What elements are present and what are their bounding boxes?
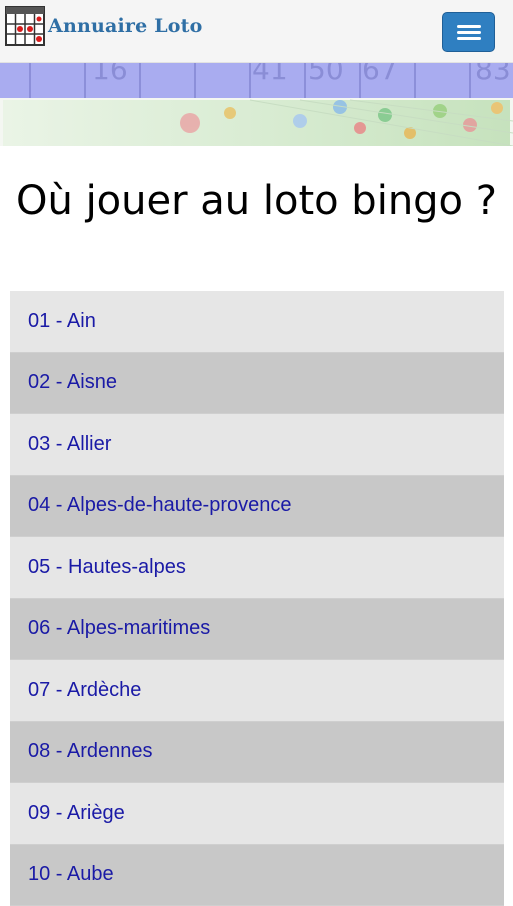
list-item[interactable]: 02 - Aisne: [10, 353, 504, 415]
loto-grid-icon: [5, 6, 45, 46]
list-item[interactable]: 04 - Alpes-de-haute-provence: [10, 476, 504, 538]
department-link[interactable]: 04 - Alpes-de-haute-provence: [28, 494, 292, 517]
list-item[interactable]: 07 - Ardèche: [10, 660, 504, 722]
department-list: 01 - Ain 02 - Aisne 03 - Allier 04 - Alp…: [10, 291, 504, 906]
logo[interactable]: Annuaire Loto: [5, 6, 203, 46]
list-item[interactable]: 08 - Ardennes: [10, 722, 504, 784]
banner-number: 67: [362, 63, 398, 86]
app-title: Annuaire Loto: [48, 15, 203, 37]
list-item[interactable]: 06 - Alpes-maritimes: [10, 599, 504, 661]
app-header: Annuaire Loto: [0, 0, 513, 63]
menu-toggle-button[interactable]: [442, 12, 495, 52]
bingo-card-illustration: 16 41 50 67 83: [0, 63, 513, 146]
list-item[interactable]: 01 - Ain: [10, 291, 504, 353]
department-link[interactable]: 09 - Ariège: [28, 802, 125, 825]
page-title: Où jouer au loto bingo ?: [0, 178, 513, 225]
list-item[interactable]: 10 - Aube: [10, 845, 504, 906]
department-link[interactable]: 07 - Ardèche: [28, 679, 141, 702]
department-link[interactable]: 06 - Alpes-maritimes: [28, 617, 210, 640]
banner-number: 41: [252, 63, 288, 86]
banner-image: 16 41 50 67 83: [0, 63, 513, 146]
department-link[interactable]: 05 - Hautes-alpes: [28, 556, 186, 579]
banner-number: 50: [308, 63, 344, 86]
list-item[interactable]: 05 - Hautes-alpes: [10, 537, 504, 599]
banner-number: 83: [475, 63, 511, 86]
department-link[interactable]: 10 - Aube: [28, 863, 114, 886]
department-link[interactable]: 03 - Allier: [28, 433, 111, 456]
list-item[interactable]: 03 - Allier: [10, 414, 504, 476]
department-link[interactable]: 08 - Ardennes: [28, 740, 153, 763]
list-item[interactable]: 09 - Ariège: [10, 783, 504, 845]
banner-number: 16: [92, 63, 128, 86]
hamburger-menu-icon: [457, 25, 481, 28]
department-link[interactable]: 02 - Aisne: [28, 371, 117, 394]
department-link[interactable]: 01 - Ain: [28, 310, 96, 333]
